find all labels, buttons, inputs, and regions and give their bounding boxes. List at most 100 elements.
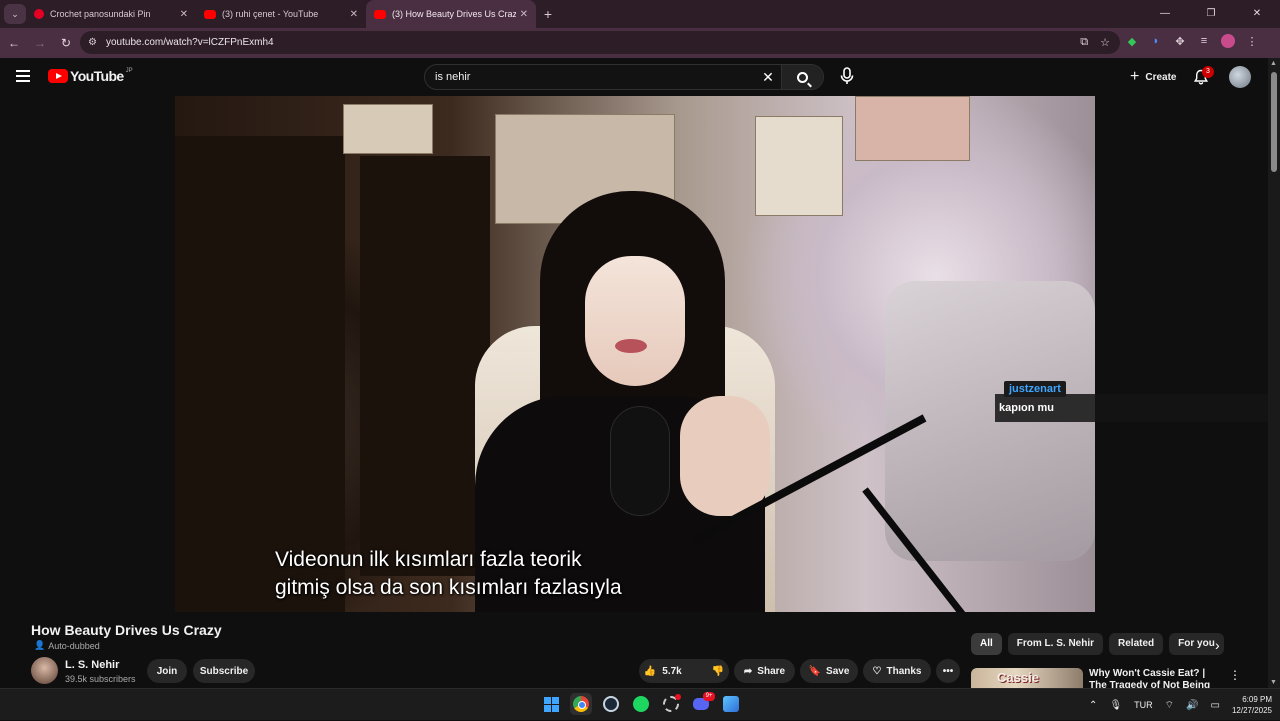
studio-microphone: [610, 406, 670, 516]
install-app-icon[interactable]: ⧉: [1080, 36, 1088, 49]
translate-extension-icon[interactable]: ◗: [1148, 33, 1164, 49]
browser-toolbar: ← → ↻ ⚙ youtube.com/watch?v=lCZFPnExmh4 …: [0, 28, 1280, 58]
input-language[interactable]: TUR: [1134, 700, 1153, 710]
scroll-down-icon[interactable]: ▼: [1270, 679, 1277, 686]
recommendation-chips: All From L. S. Nehir Related For you: [971, 633, 1224, 655]
save-label: Save: [826, 665, 850, 677]
search-button[interactable]: [781, 65, 823, 89]
page-scrollbar[interactable]: ▲ ▼: [1268, 58, 1280, 688]
subscribe-button[interactable]: Subscribe: [193, 659, 255, 683]
thanks-button[interactable]: ♡ Thanks: [863, 659, 931, 683]
tab-search-button[interactable]: ⌄: [4, 4, 26, 24]
video-subtitles: Videonun ilk kısımları fazla teorik gitm…: [275, 546, 622, 602]
thumbnail-text: Cassie: [997, 670, 1039, 685]
discord-taskbar-button[interactable]: 9+: [690, 692, 715, 715]
windows-taskbar: 9+ ⌃ 🎙 TUR ⌔ 🔊 ▭ 6:09 PM 12/27/2025: [0, 688, 1280, 720]
site-info-icon[interactable]: ⚙: [88, 37, 100, 49]
browser-menu-icon[interactable]: ⋮: [1244, 33, 1260, 49]
save-button[interactable]: 🔖 Save: [800, 659, 858, 683]
bookshelf: [360, 156, 490, 576]
video-player[interactable]: [175, 96, 1095, 612]
url-text: youtube.com/watch?v=lCZFPnExmh4: [106, 37, 274, 48]
person-lips: [615, 339, 647, 353]
extensions-puzzle-icon[interactable]: ✥: [1172, 33, 1188, 49]
share-icon: ➦: [743, 665, 753, 677]
more-actions-button[interactable]: •••: [936, 659, 960, 683]
close-icon[interactable]: ✕: [350, 9, 358, 20]
close-icon[interactable]: ✕: [180, 9, 188, 20]
browser-tab-video[interactable]: (3) How Beauty Drives Us Crazy ✕: [366, 0, 536, 28]
scrollbar-thumb[interactable]: [1271, 72, 1277, 172]
steam-taskbar-button[interactable]: [600, 693, 622, 715]
channel-name[interactable]: L. S. Nehir: [65, 659, 119, 671]
dislike-button[interactable]: 👎: [702, 659, 734, 683]
recommended-video-thumbnail[interactable]: Cassie: [971, 668, 1083, 688]
notification-badge: 3: [1202, 66, 1214, 78]
media-controls-icon[interactable]: ≡: [1196, 33, 1212, 49]
bookmark-star-icon[interactable]: ☆: [1100, 36, 1110, 49]
close-icon[interactable]: ✕: [520, 9, 528, 20]
address-bar[interactable]: ⚙ youtube.com/watch?v=lCZFPnExmh4 ⧉ ☆: [80, 31, 1120, 54]
create-button[interactable]: + Create: [1120, 65, 1186, 89]
reload-icon[interactable]: ↻: [54, 36, 78, 50]
like-dislike-group: 👍 5.7k 👎: [639, 659, 729, 683]
wifi-icon[interactable]: ⌔: [1165, 699, 1174, 712]
close-window-icon[interactable]: ✕: [1234, 0, 1280, 28]
youtube-logo[interactable]: YouTube JP: [48, 68, 133, 84]
chip-from-channel[interactable]: From L. S. Nehir: [1007, 633, 1104, 655]
minimize-icon[interactable]: —: [1142, 0, 1188, 28]
battery-icon[interactable]: ▭: [1211, 700, 1220, 711]
volume-icon[interactable]: 🔊: [1186, 700, 1198, 711]
chrome-icon: [573, 696, 589, 712]
extensions-area: ◆ ◗ ✥ ≡ ⋮: [1124, 33, 1260, 49]
chip-all[interactable]: All: [971, 633, 1002, 655]
chevron-right-icon[interactable]: ›: [1215, 637, 1220, 653]
back-icon[interactable]: ←: [2, 36, 26, 50]
channel-avatar[interactable]: [31, 657, 58, 684]
search-input[interactable]: is nehir: [425, 71, 755, 83]
window-controls: — ❐ ✕: [1142, 0, 1280, 28]
clock-time: 6:09 PM: [1242, 695, 1272, 704]
browser-tab-pinterest[interactable]: Crochet panosundaki Pin ✕: [26, 0, 196, 28]
taskbar-apps: 9+: [540, 692, 742, 715]
chat-overlay: kapıon mu justzenart: [995, 380, 1280, 424]
profile-icon[interactable]: [1220, 33, 1236, 49]
join-button[interactable]: Join: [147, 659, 187, 683]
video-title: How Beauty Drives Us Crazy: [31, 622, 222, 638]
more-vert-icon[interactable]: ⋮: [1229, 668, 1241, 682]
tray-mic-icon[interactable]: 🎙: [1109, 700, 1122, 711]
chevron-down-icon: ⌄: [11, 8, 19, 19]
forward-icon[interactable]: →: [28, 36, 52, 50]
clear-search-icon[interactable]: ✕: [755, 69, 781, 86]
recommended-video-title[interactable]: Why Won't Cassie Eat? | The Tragedy of N…: [1089, 668, 1214, 688]
youtube-header: YouTube JP is nehir ✕ + Create: [0, 58, 1268, 96]
system-tray: ⌃ 🎙 TUR ⌔ 🔊 ▭ 6:09 PM 12/27/2025: [1089, 689, 1272, 721]
share-button[interactable]: ➦ Share: [734, 659, 795, 683]
taskbar-clock[interactable]: 6:09 PM 12/27/2025: [1232, 694, 1272, 716]
like-button[interactable]: 👍 5.7k: [634, 659, 692, 683]
chrome-taskbar-button[interactable]: [570, 693, 592, 715]
paint-taskbar-button[interactable]: [720, 693, 742, 715]
spotify-taskbar-button[interactable]: [630, 693, 652, 715]
notification-dot: [675, 694, 681, 700]
windows-start-button[interactable]: [540, 693, 562, 715]
thumbs-up-icon: 👍: [643, 665, 657, 677]
hamburger-menu-icon[interactable]: [16, 70, 30, 82]
shield-extension-icon[interactable]: ◆: [1124, 33, 1140, 49]
browser-tab-youtube-search[interactable]: (3) ruhi çenet - YouTube ✕: [196, 0, 366, 28]
pinterest-icon: [34, 9, 44, 19]
windows-logo-icon: [543, 696, 559, 712]
tab-title: (3) How Beauty Drives Us Crazy: [392, 9, 516, 19]
new-tab-button[interactable]: +: [536, 6, 560, 22]
settings-taskbar-button[interactable]: [660, 693, 682, 715]
paint-icon: [723, 696, 739, 712]
restore-icon[interactable]: ❐: [1188, 0, 1234, 28]
subscriber-count: 39.5k subscribers: [65, 674, 136, 684]
scroll-up-icon[interactable]: ▲: [1270, 60, 1277, 67]
microphone-icon[interactable]: [838, 67, 856, 85]
account-avatar[interactable]: [1229, 66, 1251, 88]
chip-related[interactable]: Related: [1109, 633, 1164, 655]
tray-overflow-icon[interactable]: ⌃: [1089, 700, 1097, 711]
youtube-icon: [204, 9, 216, 19]
bookshelf: [175, 136, 345, 612]
